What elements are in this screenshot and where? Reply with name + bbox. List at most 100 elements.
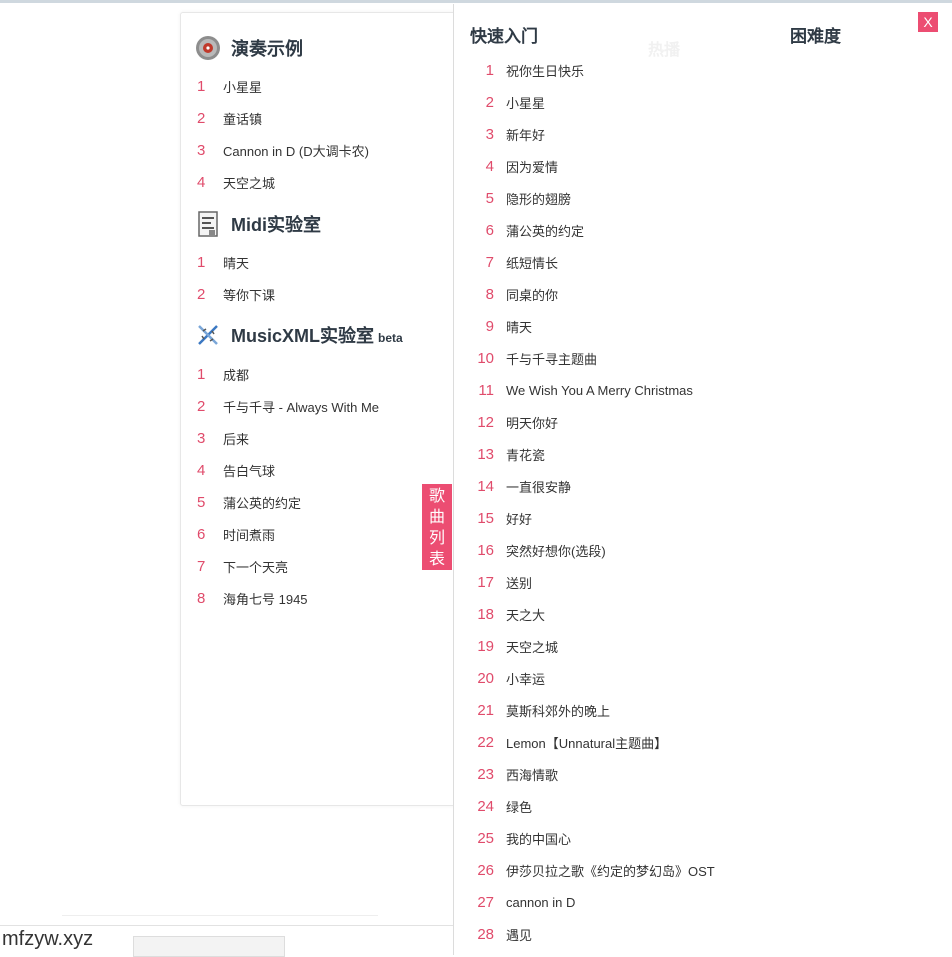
close-button[interactable]: X xyxy=(918,12,938,32)
song-title-link[interactable]: Cannon in D (D大调卡农) xyxy=(223,141,369,160)
song-title-link[interactable]: 一直很安静 xyxy=(506,477,571,496)
song-item[interactable]: 3 后来 xyxy=(195,422,379,454)
song-title-link[interactable]: 隐形的翅膀 xyxy=(506,189,571,208)
song-title-link[interactable]: 新年好 xyxy=(506,125,545,144)
song-title-link[interactable]: 绿色 xyxy=(506,797,532,816)
song-item[interactable]: 27 cannon in D xyxy=(466,886,715,918)
song-title-link[interactable]: 祝你生日快乐 xyxy=(506,61,584,80)
song-number: 23 xyxy=(477,765,494,783)
song-title-link[interactable]: 等你下课 xyxy=(223,285,275,304)
song-item[interactable]: 1 小星星 xyxy=(195,70,369,102)
song-number: 2 xyxy=(485,93,494,111)
song-item[interactable]: 4 告白气球 xyxy=(195,454,379,486)
song-title-link[interactable]: 突然好想你(选段) xyxy=(506,541,606,560)
song-title-link[interactable]: 千与千寻 - Always With Me xyxy=(223,397,379,416)
song-item[interactable]: 13 青花瓷 xyxy=(466,438,715,470)
song-title-link[interactable]: 告白气球 xyxy=(223,461,275,480)
song-title-link[interactable]: 童话镇 xyxy=(223,109,262,128)
song-title-link[interactable]: 下一个天亮 xyxy=(223,557,288,576)
song-title-link[interactable]: 明天你好 xyxy=(506,413,558,432)
song-title-link[interactable]: 因为爱情 xyxy=(506,157,558,176)
song-title-link[interactable]: 成都 xyxy=(223,365,249,384)
song-title-link[interactable]: cannon in D xyxy=(506,895,575,910)
song-item[interactable]: 10 千与千寻主题曲 xyxy=(466,342,715,374)
song-item[interactable]: 1 晴天 xyxy=(195,246,275,278)
song-title-link[interactable]: 晴天 xyxy=(223,253,249,272)
song-item[interactable]: 26 伊莎贝拉之歌《约定的梦幻岛》OST xyxy=(466,854,715,886)
song-item[interactable]: 25 我的中国心 xyxy=(466,822,715,854)
song-item[interactable]: 9 晴天 xyxy=(466,310,715,342)
song-item[interactable]: 2 千与千寻 - Always With Me xyxy=(195,390,379,422)
song-item[interactable]: 5 蒲公英的约定 xyxy=(195,486,379,518)
song-title-link[interactable]: 同桌的你 xyxy=(506,285,558,304)
song-title-link[interactable]: 千与千寻主题曲 xyxy=(506,349,597,368)
song-item[interactable]: 4 因为爱情 xyxy=(466,150,715,182)
song-title-link[interactable]: 莫斯科郊外的晚上 xyxy=(506,701,610,720)
song-item[interactable]: 23 西海情歌 xyxy=(466,758,715,790)
song-title-link[interactable]: 天空之城 xyxy=(223,173,275,192)
song-title-link[interactable]: 晴天 xyxy=(506,317,532,336)
song-title-link[interactable]: 纸短情长 xyxy=(506,253,558,272)
song-title-link[interactable]: 蒲公英的约定 xyxy=(223,493,301,512)
song-title-link[interactable]: 好好 xyxy=(506,509,532,528)
song-title-link[interactable]: 后来 xyxy=(223,429,249,448)
song-item[interactable]: 16 突然好想你(选段) xyxy=(466,534,715,566)
song-item[interactable]: 2 小星星 xyxy=(466,86,715,118)
song-title-link[interactable]: 遇见 xyxy=(506,925,532,944)
song-item[interactable]: 6 时间煮雨 xyxy=(195,518,379,550)
song-title-link[interactable]: Lemon【Unnatural主题曲】 xyxy=(506,733,667,752)
song-number: 4 xyxy=(197,461,206,479)
song-item[interactable]: 7 下一个天亮 xyxy=(195,550,379,582)
song-list-panel: 快速入门 热播 困难度 X 1 祝你生日快乐 2 小星星 3 新年好 4 因为爱情 5 隐形的翅膀… xyxy=(453,4,952,955)
song-item[interactable]: 28 遇见 xyxy=(466,918,715,950)
song-number: 3 xyxy=(485,125,494,143)
song-item[interactable]: 19 天空之城 xyxy=(466,630,715,662)
tab-quick-start[interactable]: 快速入门 xyxy=(470,22,538,47)
song-item[interactable]: 3 Cannon in D (D大调卡农) xyxy=(195,134,369,166)
quick-start-list: 1 祝你生日快乐 2 小星星 3 新年好 4 因为爱情 5 隐形的翅膀 6 蒲公英的约定 7 纸短情长 8 同… xyxy=(466,54,715,950)
song-title-link[interactable]: 蒲公英的约定 xyxy=(506,221,584,240)
song-item[interactable]: 15 好好 xyxy=(466,502,715,534)
song-title-link[interactable]: 西海情歌 xyxy=(506,765,558,784)
song-item[interactable]: 24 绿色 xyxy=(466,790,715,822)
song-title-link[interactable]: 海角七号 1945 xyxy=(223,589,308,608)
song-item[interactable]: 22 Lemon【Unnatural主题曲】 xyxy=(466,726,715,758)
song-item[interactable]: 6 蒲公英的约定 xyxy=(466,214,715,246)
tab-difficulty[interactable]: 困难度 xyxy=(790,22,841,47)
song-item[interactable]: 3 新年好 xyxy=(466,118,715,150)
song-item[interactable]: 8 海角七号 1945 xyxy=(195,582,379,614)
song-title-link[interactable]: 天之大 xyxy=(506,605,545,624)
song-item[interactable]: 5 隐形的翅膀 xyxy=(466,182,715,214)
song-list-tab[interactable]: 歌曲列表 xyxy=(422,484,452,570)
song-item[interactable]: 18 天之大 xyxy=(466,598,715,630)
song-title-link[interactable]: 时间煮雨 xyxy=(223,525,275,544)
song-item[interactable]: 21 莫斯科郊外的晚上 xyxy=(466,694,715,726)
song-item[interactable]: 11 We Wish You A Merry Christmas xyxy=(466,374,715,406)
song-number: 3 xyxy=(197,429,206,447)
song-title-link[interactable]: 我的中国心 xyxy=(506,829,571,848)
song-item[interactable]: 12 明天你好 xyxy=(466,406,715,438)
song-item[interactable]: 20 小幸运 xyxy=(466,662,715,694)
song-title-link[interactable]: 送别 xyxy=(506,573,532,592)
song-title-link[interactable]: 伊莎贝拉之歌《约定的梦幻岛》OST xyxy=(506,861,715,880)
song-item[interactable]: 14 一直很安静 xyxy=(466,470,715,502)
song-item[interactable]: 2 等你下课 xyxy=(195,278,275,310)
song-item[interactable]: 17 送别 xyxy=(466,566,715,598)
song-title-link[interactable]: 小星星 xyxy=(223,77,262,96)
song-number: 11 xyxy=(478,381,494,399)
song-item[interactable]: 2 童话镇 xyxy=(195,102,369,134)
song-title-link[interactable]: 天空之城 xyxy=(506,637,558,656)
song-number: 19 xyxy=(477,637,494,655)
song-title-link[interactable]: 小星星 xyxy=(506,93,545,112)
song-item[interactable]: 1 祝你生日快乐 xyxy=(466,54,715,86)
song-number: 17 xyxy=(477,573,494,591)
song-item[interactable]: 1 成都 xyxy=(195,358,379,390)
song-title-link[interactable]: We Wish You A Merry Christmas xyxy=(506,383,693,398)
song-list-tab-char: 表 xyxy=(428,551,445,568)
song-title-link[interactable]: 小幸运 xyxy=(506,669,545,688)
song-number: 10 xyxy=(477,349,494,367)
song-item[interactable]: 8 同桌的你 xyxy=(466,278,715,310)
song-item[interactable]: 7 纸短情长 xyxy=(466,246,715,278)
song-item[interactable]: 4 天空之城 xyxy=(195,166,369,198)
song-title-link[interactable]: 青花瓷 xyxy=(506,445,545,464)
